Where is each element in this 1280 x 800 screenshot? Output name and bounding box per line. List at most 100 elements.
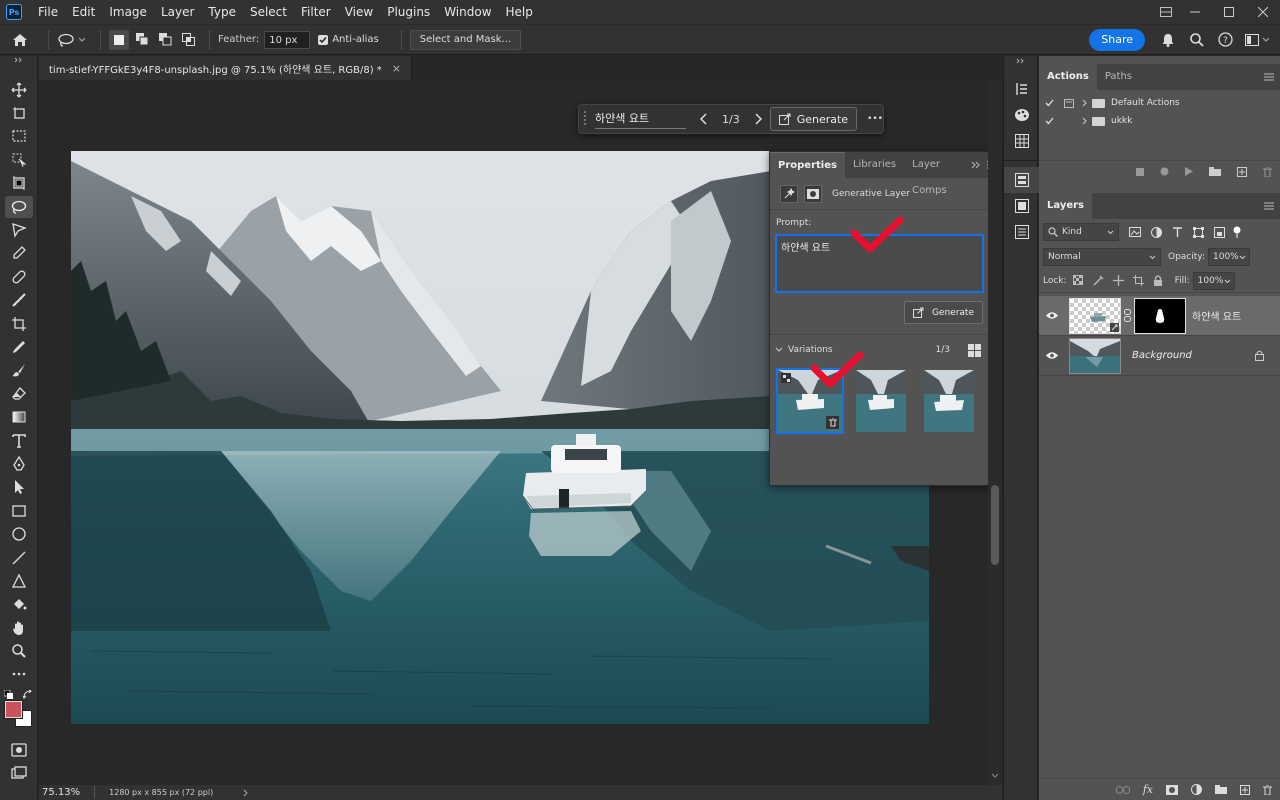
filter-type-icon[interactable]	[1172, 226, 1183, 238]
new-selection-icon[interactable]	[109, 29, 129, 50]
more-options-icon[interactable]: •••	[867, 114, 883, 124]
scroll-thumb[interactable]	[991, 485, 999, 565]
close-window-button[interactable]	[1246, 0, 1280, 24]
visibility-eye-icon[interactable]	[1046, 311, 1058, 320]
taskbar-prompt-input[interactable]: 하얀색 요트	[595, 110, 686, 129]
new-set-icon[interactable]	[1209, 167, 1221, 176]
history-icon[interactable]	[1004, 76, 1039, 102]
new-group-icon[interactable]	[1215, 785, 1227, 794]
notification-bell-icon[interactable]	[1161, 33, 1175, 47]
layer-row-generative[interactable]: 하얀색 요트	[1039, 296, 1280, 336]
delete-layer-icon[interactable]	[1263, 784, 1272, 795]
layers-menu-icon[interactable]	[1264, 202, 1274, 210]
scroll-down-icon[interactable]	[991, 773, 999, 779]
photoshop-logo[interactable]: Ps	[6, 4, 22, 20]
layer-mask-thumbnail[interactable]	[1134, 297, 1186, 334]
filter-adjustment-icon[interactable]	[1151, 226, 1162, 238]
collapse-icons-icon[interactable]	[1004, 56, 1037, 66]
collapse-toolbar-icon[interactable]	[0, 56, 37, 64]
tab-layers[interactable]: Layers	[1039, 193, 1092, 219]
previous-variation-button[interactable]	[699, 113, 708, 125]
rectangle-tool-icon[interactable]	[0, 499, 38, 522]
new-layer-icon[interactable]	[1240, 784, 1250, 795]
canvas-vertical-scrollbar[interactable]	[988, 80, 1002, 785]
blend-mode-select[interactable]: Normal	[1043, 248, 1161, 266]
lock-transparency-icon[interactable]	[1072, 275, 1084, 286]
filter-pixel-icon[interactable]	[1129, 227, 1141, 237]
hand-tool-icon[interactable]	[0, 616, 38, 639]
object-selection-tool-icon[interactable]	[0, 148, 38, 171]
layer-style-icon[interactable]: fx	[1143, 783, 1153, 796]
workspace-icon[interactable]	[1245, 33, 1270, 46]
filter-smart-object-icon[interactable]	[1214, 226, 1225, 238]
foreground-color-swatch[interactable]	[4, 700, 23, 720]
record-icon[interactable]	[1160, 167, 1169, 176]
feather-input[interactable]: 10 px	[264, 30, 311, 49]
menu-layer[interactable]: Layer	[154, 0, 201, 24]
perspective-crop-icon[interactable]	[0, 312, 38, 335]
menu-edit[interactable]: Edit	[65, 0, 102, 24]
new-action-icon[interactable]	[1237, 166, 1247, 177]
share-button[interactable]: Share	[1089, 28, 1145, 51]
eyedropper-tool-icon[interactable]	[0, 242, 38, 265]
search-icon[interactable]	[1190, 32, 1204, 47]
artboard-tool-icon[interactable]	[0, 101, 38, 124]
marquee-tool-icon[interactable]	[0, 125, 38, 148]
lock-all-icon[interactable]	[1153, 275, 1163, 286]
default-colors-icon[interactable]	[4, 690, 13, 700]
move-tool-icon[interactable]	[0, 78, 38, 101]
anti-alias-checkbox[interactable]	[318, 34, 329, 45]
link-chain-icon[interactable]	[1124, 309, 1131, 322]
pen-tool-icon[interactable]	[0, 452, 38, 475]
maximize-button[interactable]	[1212, 0, 1246, 24]
swatches-icon[interactable]	[1004, 128, 1039, 154]
menu-type[interactable]: Type	[201, 0, 243, 24]
subtract-selection-icon[interactable]	[155, 30, 175, 50]
type-tool-icon[interactable]	[0, 429, 38, 452]
line-tool-icon[interactable]	[0, 546, 38, 569]
menu-image[interactable]: Image	[102, 0, 154, 24]
chevron-down-icon[interactable]	[775, 347, 783, 353]
lock-position-icon[interactable]	[1112, 275, 1124, 286]
actions-menu-icon[interactable]	[1264, 73, 1274, 81]
adjustment-layer-icon[interactable]	[1191, 784, 1202, 795]
more-tools-icon[interactable]	[0, 663, 38, 686]
brush-tool-icon[interactable]	[0, 359, 38, 382]
color-sampler-icon[interactable]	[0, 335, 38, 358]
properties-generate-button[interactable]: Generate	[903, 301, 983, 324]
minimize-button[interactable]	[1178, 0, 1212, 24]
menu-select[interactable]: Select	[243, 0, 294, 24]
lasso-preset-icon[interactable]	[57, 33, 86, 47]
ruler-tool-icon[interactable]	[0, 289, 38, 312]
intersect-selection-icon[interactable]	[178, 30, 198, 50]
menu-plugins[interactable]: Plugins	[380, 0, 437, 24]
opacity-input[interactable]: 100%	[1208, 248, 1250, 266]
menu-window[interactable]: Window	[437, 0, 498, 24]
link-layers-icon[interactable]	[1115, 785, 1130, 794]
menu-help[interactable]: Help	[499, 0, 540, 24]
tab-properties[interactable]: Properties	[770, 152, 845, 178]
home-icon[interactable]	[0, 33, 40, 47]
add-selection-icon[interactable]	[132, 30, 152, 50]
eraser-tool-icon[interactable]	[0, 382, 38, 405]
status-menu-icon[interactable]	[243, 789, 249, 797]
zoom-tool-icon[interactable]	[0, 639, 38, 662]
paint-bucket-icon[interactable]	[0, 593, 38, 616]
fill-input[interactable]: 100%	[1192, 271, 1235, 290]
next-variation-button[interactable]	[754, 113, 762, 125]
visibility-eye-icon[interactable]	[1046, 351, 1058, 360]
grid-view-icon[interactable]	[968, 343, 981, 357]
frame-tool-icon[interactable]	[0, 218, 38, 241]
arrange-icon[interactable]	[1154, 0, 1178, 24]
tab-libraries[interactable]: Libraries	[845, 152, 904, 178]
filter-toggle-icon[interactable]	[1233, 226, 1241, 238]
menu-view[interactable]: View	[338, 0, 380, 24]
close-tab-icon[interactable]: ×	[392, 62, 401, 75]
tab-paths[interactable]: Paths	[1097, 64, 1140, 90]
properties-panel-icon[interactable]	[1004, 167, 1039, 193]
crop-tool-icon[interactable]	[0, 172, 38, 195]
lock-artboard-icon[interactable]	[1132, 275, 1144, 286]
lock-pixels-icon[interactable]	[1093, 275, 1104, 286]
add-mask-icon[interactable]	[1166, 784, 1178, 795]
triangle-tool-icon[interactable]	[0, 569, 38, 592]
